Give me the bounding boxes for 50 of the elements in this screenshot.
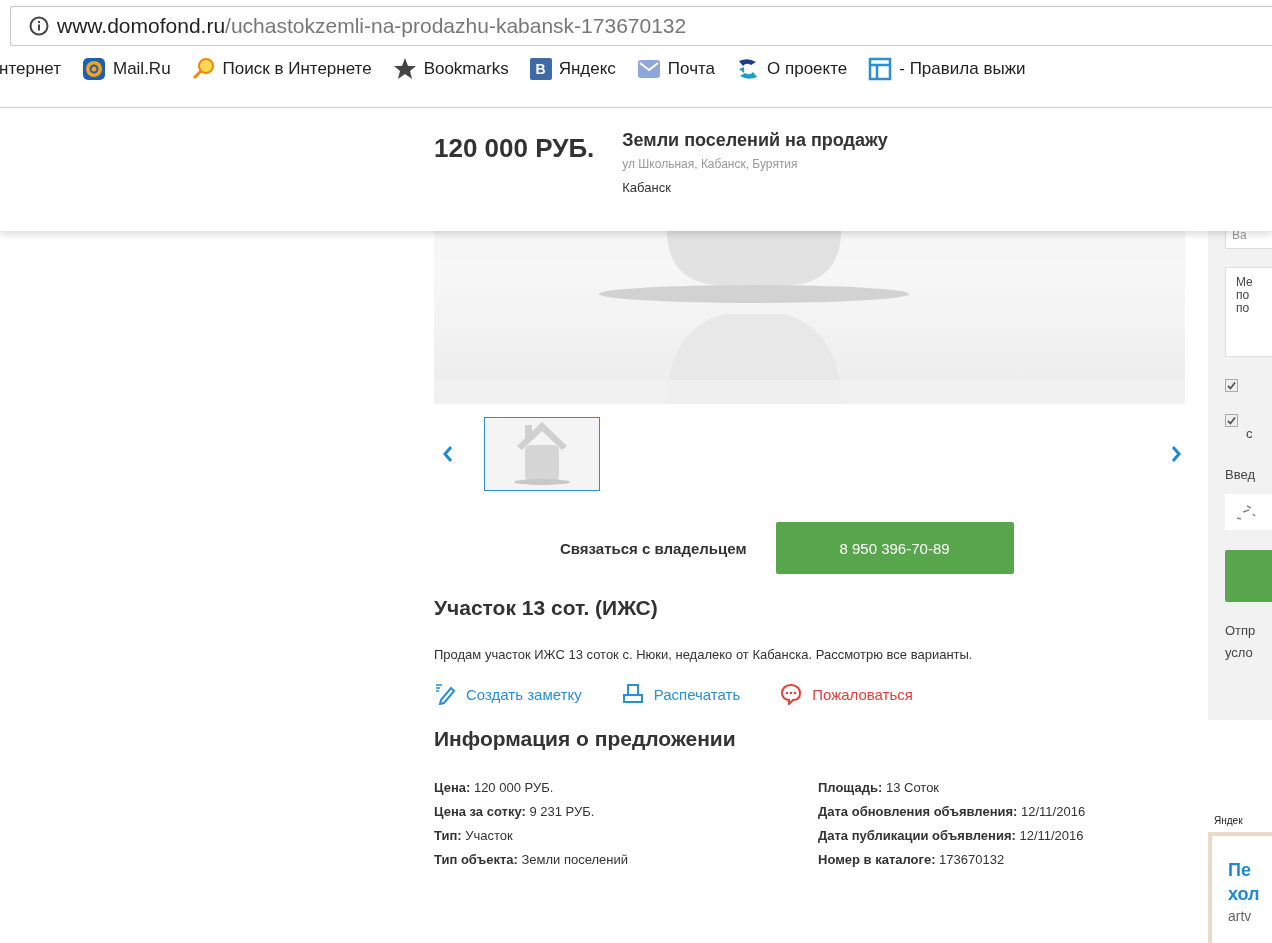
info-field: Цена за сотку: 9 231 РУБ. — [434, 804, 595, 819]
listing-title: Участок 13 сот. (ИЖС) — [434, 596, 659, 620]
envelope-icon — [636, 57, 661, 81]
chevron-left-icon — [442, 445, 454, 463]
listing-heading: Земли поселений на продажу — [622, 130, 888, 151]
checkbox-label: с — [1246, 426, 1253, 441]
action-link[interactable]: Распечатать — [653, 685, 741, 703]
thumbnail[interactable] — [484, 417, 600, 491]
star-icon — [392, 57, 417, 81]
address: ул Школьная, Кабанск, Бурятия — [622, 157, 799, 171]
ad-title[interactable]: Пе хол — [1228, 858, 1272, 906]
price: 120 000 РУБ. — [434, 133, 595, 165]
checkbox[interactable] — [1225, 379, 1238, 392]
bookmark-link[interactable]: Mail.Ru — [112, 59, 171, 79]
bookmark-link[interactable]: Bookmarks — [423, 59, 509, 79]
at-sign-icon — [81, 57, 106, 81]
chevron-right-icon — [1170, 445, 1182, 463]
speech-bubble-icon — [780, 683, 803, 705]
contact-label: Связаться с владельцем — [560, 539, 747, 557]
bookmark-link[interactable]: - Правила выжи — [899, 59, 1026, 79]
ad-card[interactable]: Пе хол artv — [1208, 832, 1272, 943]
info-field: Дата обновления объявления: 12/11/2016 — [818, 804, 1086, 819]
action-link[interactable]: Создать заметку — [466, 685, 582, 703]
info-field: Номер в каталоге: 173670132 — [818, 852, 1005, 867]
bookmark-link[interactable]: Почта — [667, 59, 716, 79]
bookmark-link[interactable]: Поиск в Интернете — [222, 59, 372, 79]
letter-icon: В — [529, 58, 552, 80]
bookmark-link[interactable]: О проекте — [767, 59, 848, 79]
message-field[interactable]: Me по по — [1225, 267, 1272, 357]
info-field: Тип объекта: Земли поселений — [434, 852, 629, 867]
section-heading: Информация о предложении — [434, 727, 737, 751]
magnifier-icon — [191, 57, 216, 81]
ad-label: Яндек — [1214, 815, 1244, 826]
layout-icon — [868, 57, 893, 81]
info-field: Тип: Участок — [434, 828, 513, 843]
description: Продам участок ИЖС 13 соток с. Нюки, недалеко от Кабанска. Рассмотрю все варианты. — [434, 647, 974, 662]
ad-domain: artv — [1228, 908, 1253, 924]
info-icon — [29, 16, 49, 36]
printer-icon — [621, 683, 644, 705]
checkbox[interactable] — [1225, 414, 1238, 427]
info-field: Цена: 120 000 РУБ. — [434, 780, 554, 795]
captcha-label: Введ — [1225, 467, 1256, 482]
form-note: Отпр усло — [1225, 622, 1257, 662]
city: Кабанск — [622, 180, 672, 195]
pencil-icon — [434, 683, 456, 705]
info-field: Площадь: 13 Соток — [818, 780, 940, 795]
info-field: Дата публикации объявления: 12/11/2016 — [818, 828, 1084, 843]
bookmark-link[interactable]: нтернет — [0, 59, 61, 79]
bookmark-link[interactable]: Яндекс — [558, 59, 616, 79]
action-link[interactable]: Пожаловаться — [812, 685, 913, 703]
